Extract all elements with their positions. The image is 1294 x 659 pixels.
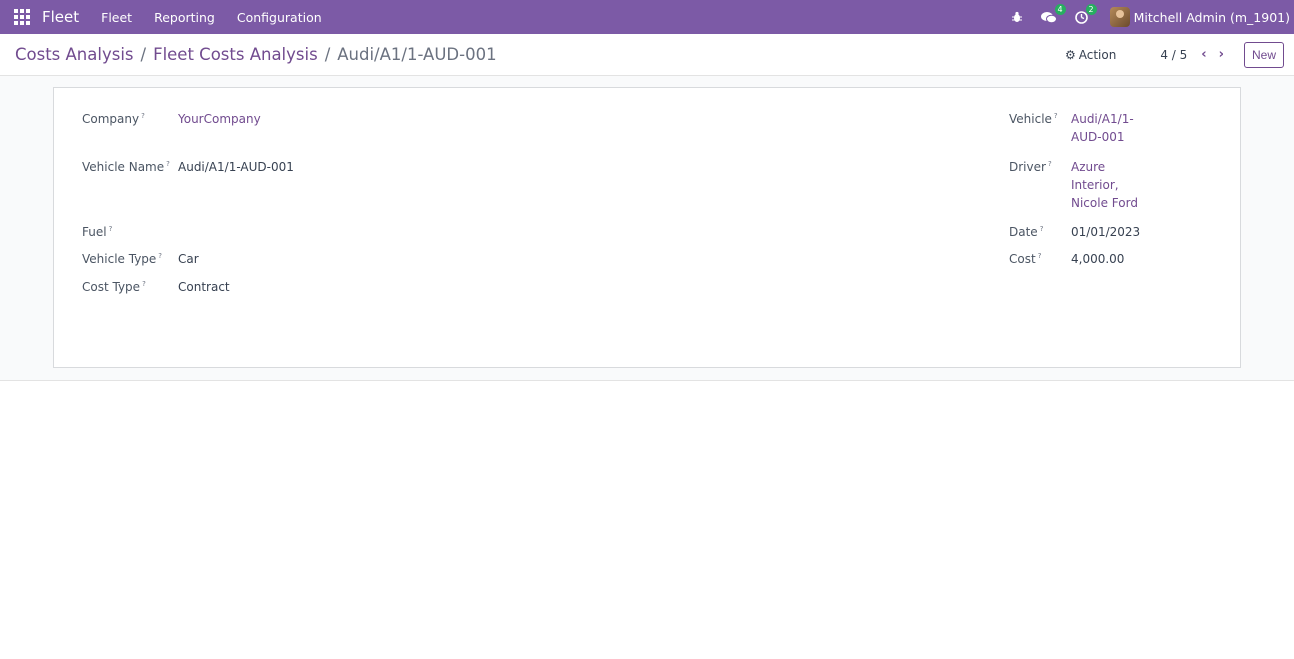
fuel-label-text: Fuel — [82, 225, 107, 239]
breadcrumb: Costs Analysis / Fleet Costs Analysis / … — [15, 45, 497, 64]
menu-reporting[interactable]: Reporting — [154, 10, 215, 25]
cost-label-text: Cost — [1009, 252, 1036, 266]
fuel-label: Fuel? — [82, 225, 112, 239]
vehicle-label: Vehicle? — [1009, 112, 1058, 126]
help-tooltip-icon[interactable]: ? — [141, 112, 145, 120]
messages-count-badge: 4 — [1054, 3, 1066, 15]
menu-configuration[interactable]: Configuration — [237, 10, 322, 25]
company-label-text: Company — [82, 112, 140, 126]
vehicle-type-value: Car — [178, 252, 199, 266]
vehicle-name-value: Audi/A1/1-AUD-001 — [178, 160, 294, 174]
form-sheet: Company? YourCompany Vehicle Name? Audi/… — [53, 87, 1241, 368]
avatar — [1109, 7, 1130, 27]
driver-value-line: Azure — [1071, 160, 1106, 174]
chevron-left-icon[interactable]: ‹ — [1201, 47, 1206, 62]
chevron-right-icon[interactable]: › — [1219, 47, 1224, 62]
breadcrumb-separator: / — [140, 45, 147, 64]
breadcrumb-separator: / — [324, 45, 331, 64]
company-value[interactable]: YourCompany — [178, 110, 261, 128]
app-brand[interactable]: Fleet — [42, 8, 79, 26]
help-tooltip-icon[interactable]: ? — [109, 225, 113, 233]
action-label: Action — [1078, 47, 1117, 62]
vehicle-label-text: Vehicle — [1009, 112, 1052, 126]
messages-icon[interactable]: 4 — [1040, 3, 1066, 24]
vehicle-name-label: Vehicle Name? — [82, 160, 170, 174]
user-menu[interactable]: Mitchell Admin (m_1901) — [1109, 7, 1290, 27]
driver-value-line: Nicole Ford — [1071, 196, 1138, 210]
vehicle-value-line: Audi/A1/1- — [1071, 112, 1134, 126]
date-label-text: Date — [1009, 225, 1038, 239]
help-tooltip-icon[interactable]: ? — [1048, 160, 1052, 168]
apps-grid-icon[interactable] — [14, 9, 30, 25]
company-label: Company? — [82, 112, 145, 126]
help-tooltip-icon[interactable]: ? — [1054, 112, 1058, 120]
gear-icon: ⚙ — [1064, 47, 1076, 62]
cost-label: Cost? — [1009, 252, 1041, 266]
help-tooltip-icon[interactable]: ? — [142, 280, 146, 288]
control-panel: Costs Analysis / Fleet Costs Analysis / … — [0, 34, 1294, 76]
cost-type-value: Contract — [178, 280, 230, 294]
top-navbar: Fleet Fleet Reporting Configuration 4 2 … — [0, 0, 1294, 34]
pager-value[interactable]: 4 / 5 — [1160, 48, 1187, 62]
vehicle-value[interactable]: Audi/A1/1- AUD-001 — [1071, 110, 1134, 146]
date-label: Date? — [1009, 225, 1043, 239]
help-tooltip-icon[interactable]: ? — [1038, 252, 1042, 260]
help-tooltip-icon[interactable]: ? — [166, 160, 170, 168]
menu-fleet[interactable]: Fleet — [101, 10, 132, 25]
cost-type-label: Cost Type? — [82, 280, 146, 294]
driver-value-line: Interior, — [1071, 178, 1119, 192]
cost-type-label-text: Cost Type — [82, 280, 141, 294]
breadcrumb-current-record: Audi/A1/1-AUD-001 — [337, 45, 497, 64]
driver-label-text: Driver — [1009, 160, 1046, 174]
action-button[interactable]: ⚙ Action — [1065, 48, 1116, 62]
debug-bug-icon[interactable] — [1011, 11, 1023, 23]
breadcrumb-fleet-costs-analysis[interactable]: Fleet Costs Analysis — [153, 45, 318, 64]
activities-clock-icon[interactable]: 2 — [1074, 3, 1097, 24]
activities-count-badge: 2 — [1085, 3, 1097, 15]
vehicle-value-line: AUD-001 — [1071, 130, 1125, 144]
vehicle-type-label: Vehicle Type? — [82, 252, 162, 266]
user-name: Mitchell Admin (m_1901) — [1133, 9, 1290, 25]
cost-value: 4,000.00 — [1071, 252, 1125, 266]
help-tooltip-icon[interactable]: ? — [158, 252, 162, 260]
vehicle-type-label-text: Vehicle Type — [82, 252, 157, 266]
vehicle-name-label-text: Vehicle Name — [82, 160, 165, 174]
new-button[interactable]: New — [1243, 41, 1284, 68]
date-value: 01/01/2023 — [1071, 225, 1141, 239]
driver-label: Driver? — [1009, 160, 1052, 174]
form-view: Company? YourCompany Vehicle Name? Audi/… — [0, 76, 1294, 381]
breadcrumb-costs-analysis[interactable]: Costs Analysis — [15, 45, 134, 64]
help-tooltip-icon[interactable]: ? — [1040, 225, 1044, 233]
driver-value[interactable]: Azure Interior, Nicole Ford — [1071, 158, 1138, 212]
